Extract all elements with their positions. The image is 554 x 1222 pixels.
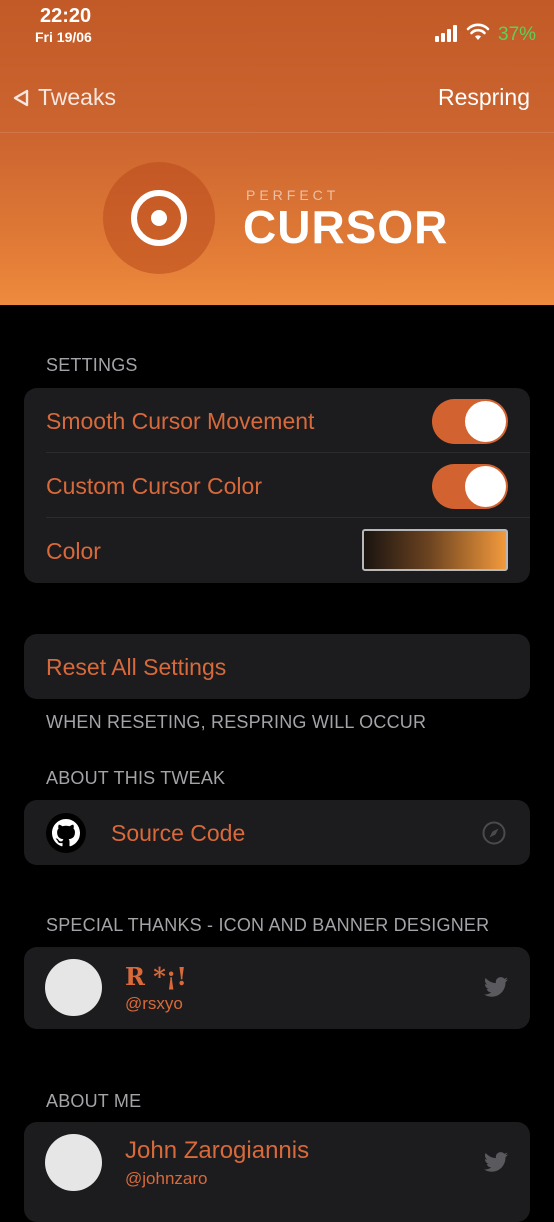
about-tweak-header: ABOUT THIS TWEAK: [46, 768, 226, 788]
source-code-label: Source Code: [111, 820, 246, 846]
smooth-movement-row: Smooth Cursor Movement: [24, 388, 530, 453]
avatar: [45, 959, 102, 1016]
designer-handle: @rsxyo: [125, 994, 183, 1013]
reset-group: Reset All Settings: [24, 634, 530, 699]
brand-title: CURSOR: [243, 201, 449, 253]
cellular-signal-icon: [435, 25, 457, 42]
custom-color-label: Custom Cursor Color: [46, 473, 262, 499]
settings-header: SETTINGS: [46, 355, 138, 375]
author-row[interactable]: John Zarogiannis @johnzaro: [24, 1122, 530, 1204]
reset-all-settings-button[interactable]: Reset All Settings: [46, 654, 226, 681]
author-handle: @johnzaro: [125, 1169, 208, 1188]
about-me-header: ABOUT ME: [46, 1091, 142, 1111]
twitter-icon: [484, 1152, 508, 1172]
header-banner: 22:20 Fri 19/06 37% Tweaks Respring PERF…: [0, 0, 554, 305]
github-octocat-icon: [52, 819, 80, 847]
about-tweak-group: Source Code: [24, 800, 530, 865]
tweak-logo: [103, 162, 215, 274]
toggle-knob: [465, 401, 506, 442]
back-chevron-icon: [13, 89, 29, 106]
status-bar: 22:20 Fri 19/06 37%: [0, 0, 554, 50]
designer-row[interactable]: R *¡! @rsxyo: [24, 947, 530, 1029]
reset-footer: WHEN RESETING, RESPRING WILL OCCUR: [46, 712, 427, 732]
status-date: Fri 19/06: [35, 29, 92, 45]
github-icon: [46, 813, 86, 853]
toggle-knob: [465, 466, 506, 507]
respring-button[interactable]: Respring: [438, 84, 530, 111]
color-label: Color: [46, 538, 101, 564]
source-code-row[interactable]: Source Code: [24, 800, 530, 865]
color-row: Color: [24, 518, 530, 583]
nav-divider: [0, 132, 554, 133]
twitter-icon: [484, 977, 508, 997]
about-me-group: John Zarogiannis @johnzaro: [24, 1122, 530, 1222]
back-button[interactable]: Tweaks: [12, 84, 116, 111]
reset-row[interactable]: Reset All Settings: [24, 634, 530, 699]
custom-color-row: Custom Cursor Color: [24, 453, 530, 518]
custom-color-toggle[interactable]: [432, 464, 508, 509]
special-thanks-group: R *¡! @rsxyo: [24, 947, 530, 1029]
settings-group: Smooth Cursor Movement Custom Cursor Col…: [24, 388, 530, 583]
back-label: Tweaks: [38, 84, 116, 110]
special-thanks-header: SPECIAL THANKS - ICON AND BANNER DESIGNE…: [46, 915, 490, 935]
designer-name: R *¡!: [125, 962, 187, 991]
avatar: [45, 1134, 102, 1191]
navigation-bar: Tweaks Respring: [0, 75, 554, 125]
author-name: John Zarogiannis: [125, 1137, 310, 1164]
smooth-movement-toggle[interactable]: [432, 399, 508, 444]
smooth-movement-label: Smooth Cursor Movement: [46, 408, 315, 434]
wifi-icon: [466, 23, 490, 40]
safari-compass-icon: [482, 821, 506, 845]
cursor-target-icon: [131, 190, 187, 246]
battery-percentage: 37%: [498, 24, 537, 45]
status-time: 22:20: [40, 5, 92, 27]
color-swatch-button[interactable]: [362, 529, 508, 571]
